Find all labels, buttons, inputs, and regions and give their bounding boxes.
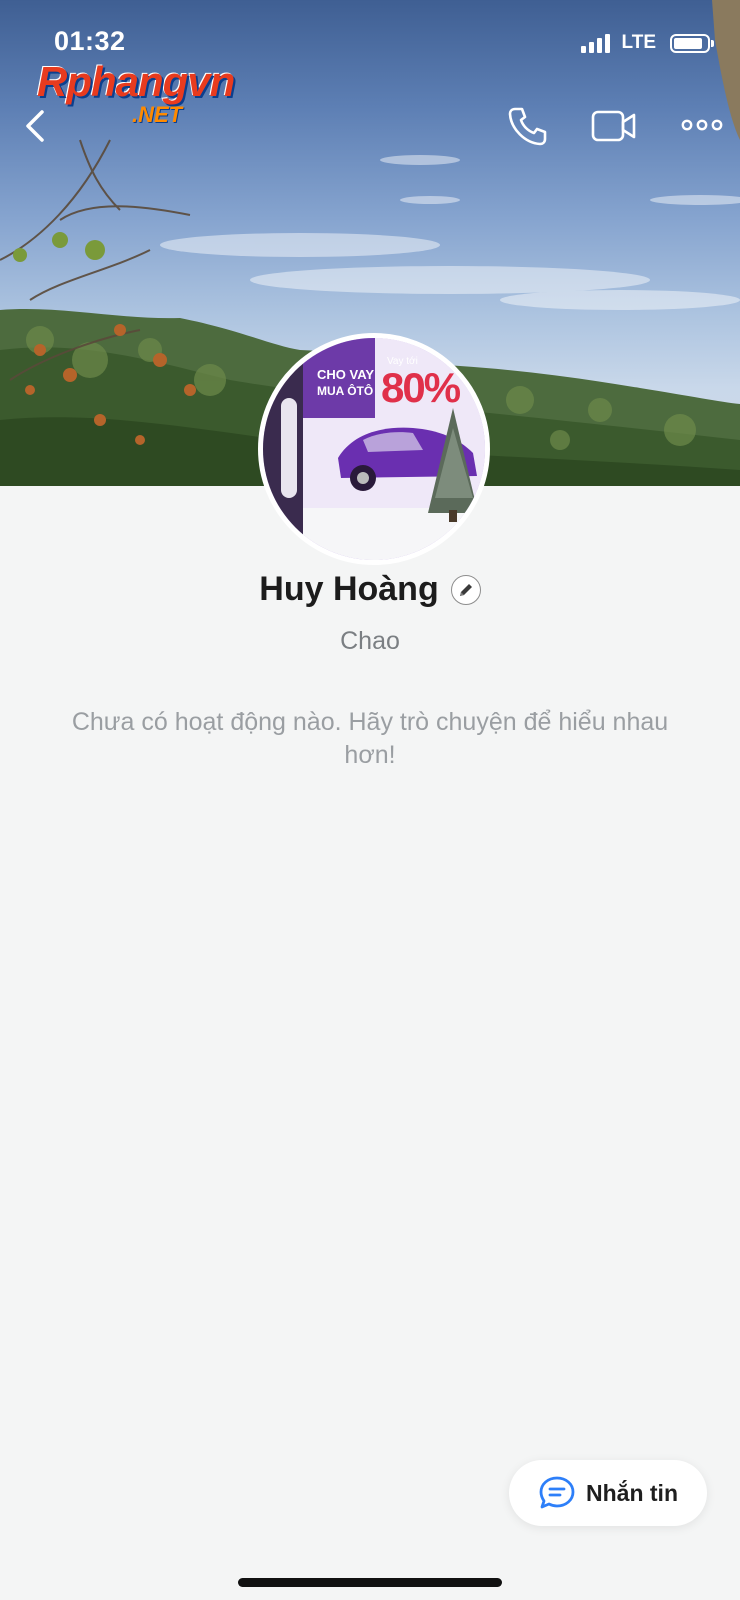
watermark-logo: Rphangvn (37, 58, 235, 105)
chat-bubble-icon (539, 1476, 575, 1509)
send-message-button[interactable]: Nhắn tin (509, 1460, 707, 1526)
avatar-banner-line2: MUA ÔTÔ (317, 384, 374, 398)
more-options-button[interactable] (680, 112, 724, 138)
battery-icon (670, 33, 714, 53)
pencil-icon (459, 583, 472, 596)
signal-icon (580, 33, 610, 53)
status-indicators: LTE (580, 32, 714, 54)
send-message-label: Nhắn tin (586, 1479, 678, 1506)
phone-icon (508, 107, 547, 146)
video-camera-icon (591, 110, 636, 142)
profile-name: Huy Hoàng (259, 570, 439, 608)
avatar-banner-line1: CHO VAY (317, 367, 375, 382)
avatar-promo-value: 80% (381, 364, 461, 411)
edit-name-button[interactable] (450, 574, 481, 605)
profile-status: Chao (340, 627, 400, 655)
video-call-button[interactable] (590, 106, 638, 146)
status-time: 01:32 (54, 26, 126, 56)
empty-activity-message: Chưa có hoạt động nào. Hãy trò chuyện để… (71, 708, 669, 769)
back-chevron-icon (26, 110, 44, 142)
more-icon (681, 119, 723, 131)
back-button[interactable] (18, 108, 54, 144)
call-button[interactable] (506, 104, 550, 148)
watermark-logo-suffix: .NET (132, 102, 183, 127)
profile-name-row: Huy Hoàng (0, 570, 740, 609)
network-type: LTE (621, 32, 656, 53)
avatar[interactable]: CHO VAY MUA ÔTÔ Vay tới 80% (258, 333, 490, 565)
home-indicator[interactable] (238, 1578, 502, 1587)
